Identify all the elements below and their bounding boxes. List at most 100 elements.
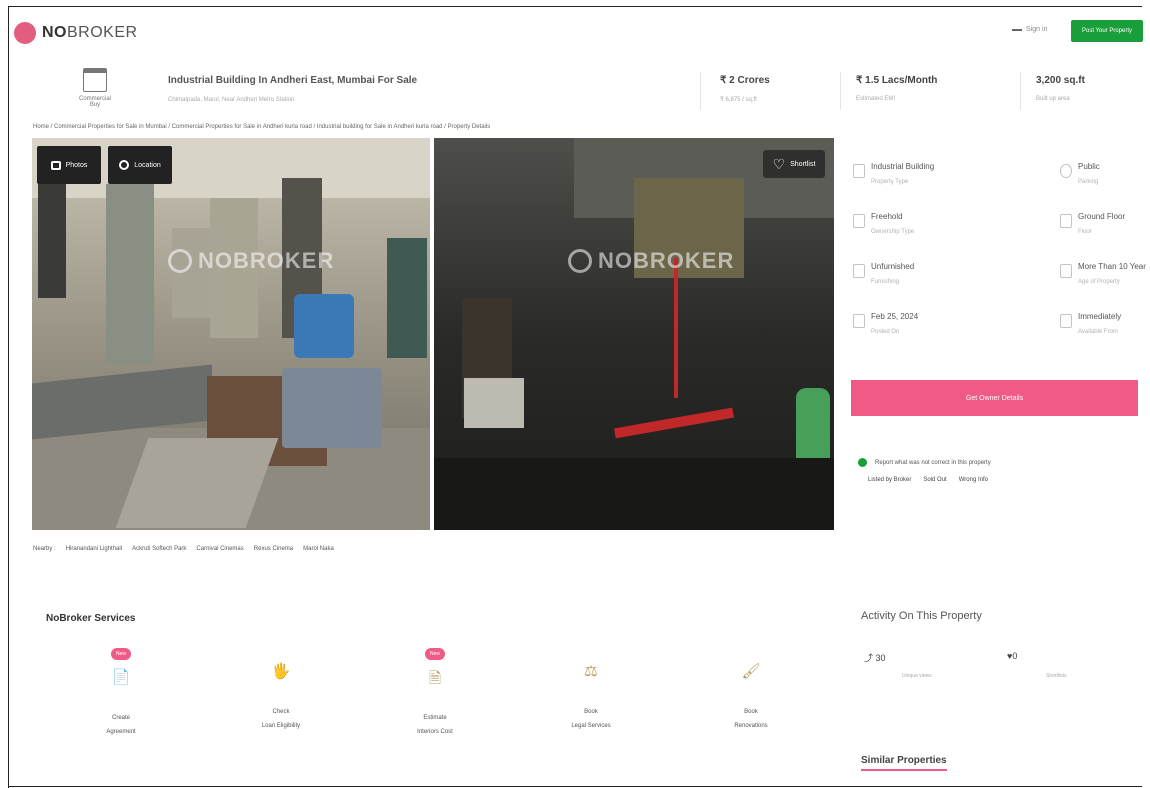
report-link[interactable]: Report what was not correct in this prop… <box>858 458 991 467</box>
header-menu[interactable]: Sign in <box>1012 26 1047 33</box>
frame-top-border <box>8 6 1142 7</box>
photo-door <box>106 184 154 364</box>
logo-text: NOBROKER <box>42 24 138 41</box>
property-title: Industrial Building In Andheri East, Mum… <box>168 75 418 86</box>
category-label: Commercial Buy <box>78 96 111 108</box>
shortlist-count: ♥0 <box>1007 651 1018 661</box>
property-photo-2[interactable] <box>434 138 834 530</box>
shortlist-label: Shortlists <box>1046 673 1067 679</box>
overview-parking: Public Parking <box>1060 162 1100 185</box>
property-photo-1[interactable] <box>32 138 430 530</box>
floor-icon <box>1060 214 1072 228</box>
nearby-item[interactable]: Ackruti Softech Park <box>132 546 186 552</box>
views-label: Unique views <box>902 673 932 679</box>
watermark-logo-icon <box>568 249 592 273</box>
property-address: Chimatpada, Marol, Near Andheri Metro St… <box>168 97 295 103</box>
get-owner-details-button[interactable]: Get Owner Details <box>851 380 1138 416</box>
interiors-icon: 🗎 <box>428 670 442 687</box>
area-value: 3,200 sq.ft <box>1036 75 1085 86</box>
report-options: Listed by Broker Sold Out Wrong Info <box>868 477 988 483</box>
breadcrumb[interactable]: Home / Commercial Properties for Sale in… <box>33 124 490 130</box>
nearby-item[interactable]: Marol Naka <box>303 546 334 552</box>
nearby-label: Nearby : <box>33 546 56 552</box>
new-badge: New <box>111 648 131 660</box>
shortlist-button[interactable]: ♡ Shortlist <box>763 150 825 178</box>
photos-button[interactable]: Photos <box>37 146 101 184</box>
overview-posted-on: Feb 25, 2024 Posted On <box>853 312 918 335</box>
ownership-icon <box>853 214 865 228</box>
menu-icon <box>1012 28 1022 31</box>
services-title: NoBroker Services <box>46 613 136 624</box>
heart-icon: ♡ <box>772 156 786 172</box>
similar-properties-title[interactable]: Similar Properties <box>861 755 947 771</box>
frame-bottom-border <box>8 786 1142 787</box>
service-create-agreement[interactable]: New 📄 Create Agreement <box>66 642 176 735</box>
price-stat: ₹ 2 Crores ₹ 6,875 / sq.ft <box>720 75 770 103</box>
location-button[interactable]: Location <box>108 146 172 184</box>
date-icon <box>853 314 865 328</box>
nobroker-logo[interactable]: NOBROKER <box>14 22 138 44</box>
views-count: ⤴ 30 <box>864 653 886 663</box>
views-icon: ⤴ <box>864 653 876 663</box>
sofa-icon <box>853 264 865 278</box>
photo-green-cylinder <box>796 388 830 468</box>
logo-mark-icon <box>14 22 36 44</box>
overview-property-type: Industrial Building Property Type <box>853 162 934 185</box>
photo-sheets <box>282 368 382 448</box>
emi-label: Estimated EMI <box>856 96 896 102</box>
service-legal[interactable]: ⚖ Book Legal Services <box>536 642 646 729</box>
paint-brush-icon: 🖌 <box>741 663 761 680</box>
photo-machine <box>387 238 427 358</box>
price-value: ₹ 2 Crores <box>720 75 770 86</box>
report-option-wrong-info[interactable]: Wrong Info <box>959 477 988 483</box>
photo-paint-cans <box>464 378 524 428</box>
emi-stat: ₹ 1.5 Lacs/Month Estimated EMI <box>856 75 937 102</box>
emi-value: ₹ 1.5 Lacs/Month <box>856 75 938 86</box>
divider <box>840 72 841 110</box>
calendar-icon <box>1060 264 1072 278</box>
watermark-logo-icon <box>168 249 192 273</box>
divider <box>1020 72 1021 110</box>
category-badge: Commercial Buy <box>76 68 114 108</box>
area-stat: 3,200 sq.ft Built up area <box>1036 75 1085 102</box>
activity-title: Activity On This Property <box>861 610 982 622</box>
photo-red-stand <box>674 258 678 398</box>
legal-icon: ⚖ <box>584 663 598 680</box>
menu-label: Sign in <box>1026 26 1048 33</box>
nearby-item[interactable]: Hiranandani Lighthall <box>66 546 122 552</box>
post-property-button[interactable]: Post Your Property <box>1071 20 1143 42</box>
report-option-sold-out[interactable]: Sold Out <box>923 477 946 483</box>
photo-blue-tarp <box>294 294 354 358</box>
photo-dark-floor <box>434 458 834 530</box>
nearby-places: Nearby : Hiranandani Lighthall Ackruti S… <box>33 546 334 552</box>
frame-left-border <box>8 6 9 788</box>
area-label: Built up area <box>1036 96 1070 102</box>
new-badge: New <box>425 648 445 660</box>
loan-icon: 🖐 <box>271 663 291 680</box>
nearby-item[interactable]: Carnival Cinemas <box>196 546 243 552</box>
nearby-item[interactable]: Rexus Cinema <box>254 546 293 552</box>
service-interiors-cost[interactable]: New 🗎 Estimate Interiors Cost <box>380 642 490 735</box>
key-icon <box>1060 314 1072 328</box>
service-renovations[interactable]: 🖌 Book Renovations <box>696 642 806 729</box>
report-option-listed-by-broker[interactable]: Listed by Broker <box>868 477 911 483</box>
shop-icon <box>83 68 107 92</box>
camera-icon <box>50 160 61 170</box>
watermark: NOBROKER <box>568 248 734 274</box>
overview-furnishing: Unfurnished Furnishing <box>853 262 914 285</box>
agreement-icon: 📄 <box>111 669 131 686</box>
photo-red-frame <box>614 407 734 439</box>
overview-available-from: Immediately Available From <box>1060 312 1121 335</box>
location-icon <box>119 160 130 170</box>
overview-floor: Ground Floor Floor <box>1060 212 1125 235</box>
parking-icon <box>1060 164 1072 178</box>
divider <box>700 72 701 110</box>
building-icon <box>853 164 865 178</box>
watermark: NOBROKER <box>168 248 334 274</box>
service-loan-eligibility[interactable]: 🖐 Check Loan Eligibility <box>226 642 336 729</box>
price-per-sqft: ₹ 6,875 / sq.ft <box>720 97 757 103</box>
photo-window <box>38 178 66 298</box>
report-status-icon <box>858 458 867 467</box>
overview-property-age: More Than 10 Year Age of Property <box>1060 262 1146 285</box>
overview-ownership: Freehold Ownership Type <box>853 212 914 235</box>
